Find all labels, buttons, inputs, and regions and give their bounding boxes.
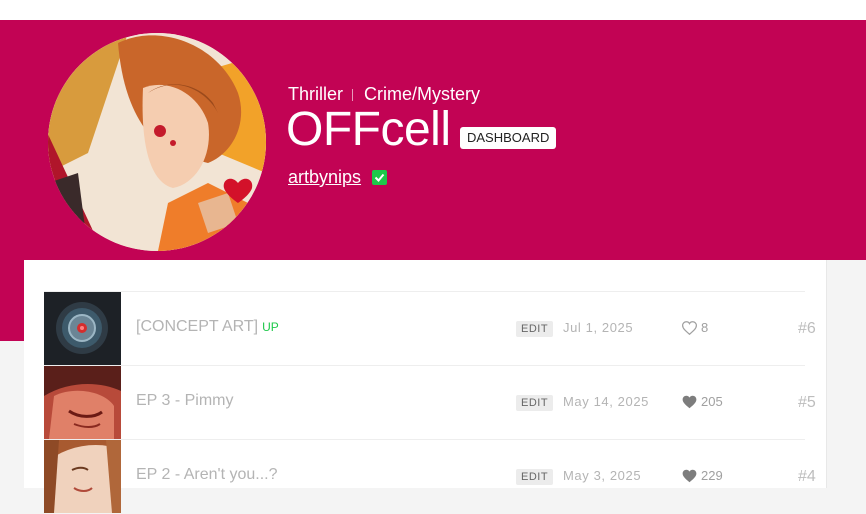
heart-icon	[682, 395, 697, 409]
episode-thumbnail	[44, 440, 121, 513]
episode-row[interactable]: EP 3 - Pimmy EDIT May 14, 2025 205 #5	[44, 365, 816, 440]
episode-likes: 229	[682, 468, 723, 483]
episode-title[interactable]: [CONCEPT ART] UP	[136, 318, 279, 336]
episode-row[interactable]: EP 2 - Aren't you...? EDIT May 3, 2025 2…	[44, 439, 816, 514]
dashboard-button[interactable]: DASHBOARD	[460, 127, 557, 149]
edit-button[interactable]: EDIT	[516, 321, 554, 337]
episode-date: May 14, 2025	[563, 394, 649, 409]
up-badge: UP	[262, 320, 279, 334]
episode-title-text: [CONCEPT ART]	[136, 318, 259, 335]
episode-number: #5	[798, 394, 816, 411]
genre-thriller[interactable]: Thriller	[288, 84, 343, 104]
genre-separator	[352, 89, 354, 102]
top-bar	[0, 0, 866, 20]
verified-badge-icon	[372, 170, 387, 185]
heart-outline-icon	[681, 321, 698, 336]
banner-left-strip	[0, 260, 24, 341]
episode-number: #4	[798, 468, 816, 485]
episode-thumbnail	[44, 292, 121, 365]
like-count: 229	[701, 468, 723, 483]
heart-icon	[682, 469, 697, 483]
like-count: 8	[701, 320, 709, 335]
series-title: OFFcell	[286, 103, 451, 156]
episode-likes: 205	[682, 394, 723, 409]
author-link[interactable]: artbynips	[288, 167, 361, 188]
episode-title[interactable]: EP 3 - Pimmy	[136, 392, 234, 410]
episode-date: May 3, 2025	[563, 468, 642, 483]
episode-likes: 8	[681, 320, 709, 336]
edit-button[interactable]: EDIT	[516, 395, 554, 411]
series-cover-image	[48, 33, 266, 251]
genre-crime-mystery[interactable]: Crime/Mystery	[364, 84, 480, 104]
episode-number: #6	[798, 320, 816, 337]
like-count: 205	[701, 394, 723, 409]
episode-row[interactable]: [CONCEPT ART] UP EDIT Jul 1, 2025 8 #6	[44, 291, 816, 366]
edit-button[interactable]: EDIT	[516, 469, 554, 485]
episode-title[interactable]: EP 2 - Aren't you...?	[136, 466, 278, 484]
episode-date: Jul 1, 2025	[563, 320, 634, 335]
episode-thumbnail	[44, 366, 121, 439]
